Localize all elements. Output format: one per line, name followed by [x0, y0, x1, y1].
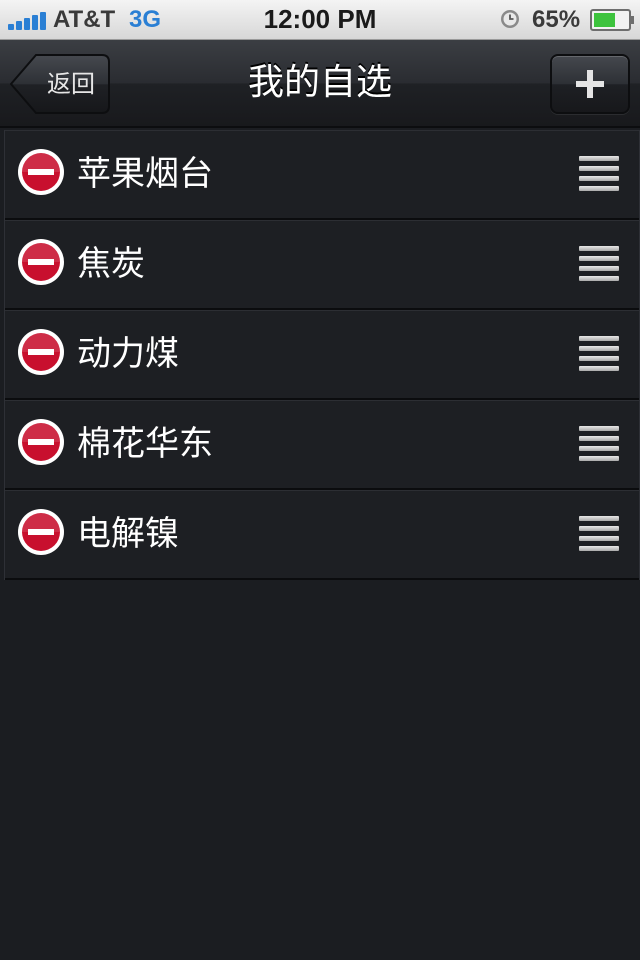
navigation-bar: 返回 我的自选	[0, 40, 640, 128]
minus-circle-icon[interactable]	[17, 418, 65, 466]
list-item-label: 动力煤	[77, 334, 179, 374]
reorder-grip-icon[interactable]	[579, 156, 619, 192]
minus-circle-icon[interactable]	[17, 328, 65, 376]
screen: AT&T 3G 12:00 PM 65% 返回 我的自选 苹果烟台 焦炭 动力煤…	[0, 0, 640, 960]
battery-percentage: 65%	[532, 6, 581, 33]
back-button-label: 返回	[47, 70, 95, 98]
reorder-grip-icon[interactable]	[579, 246, 619, 282]
add-button[interactable]	[550, 54, 630, 114]
list-item-3[interactable]: 动力煤	[5, 310, 639, 400]
list-item-label: 棉花华东	[77, 424, 213, 464]
reorder-grip-icon[interactable]	[579, 336, 619, 372]
list-item-4[interactable]: 棉花华东	[5, 400, 639, 490]
list-item-2[interactable]: 焦炭	[5, 220, 639, 310]
plus-icon	[576, 70, 604, 98]
page-title: 我的自选	[247, 62, 392, 103]
minus-circle-icon[interactable]	[17, 508, 65, 556]
list-item-1[interactable]: 苹果烟台	[5, 130, 639, 220]
alarm-clock-icon	[501, 10, 519, 28]
reorder-grip-icon[interactable]	[579, 426, 619, 462]
minus-circle-icon[interactable]	[17, 238, 65, 286]
reorder-grip-icon[interactable]	[579, 516, 619, 552]
minus-circle-icon[interactable]	[17, 148, 65, 196]
list-item-label: 电解镍	[77, 514, 179, 554]
back-button[interactable]: 返回	[10, 54, 110, 114]
status-bar: AT&T 3G 12:00 PM 65%	[0, 0, 640, 40]
watchlist: 苹果烟台 焦炭 动力煤 棉花华东 电解镍	[4, 130, 640, 580]
list-item-5[interactable]: 电解镍	[5, 490, 639, 580]
list-item-label: 苹果烟台	[77, 154, 213, 194]
list-item-label: 焦炭	[77, 244, 145, 284]
battery-icon	[590, 9, 634, 31]
